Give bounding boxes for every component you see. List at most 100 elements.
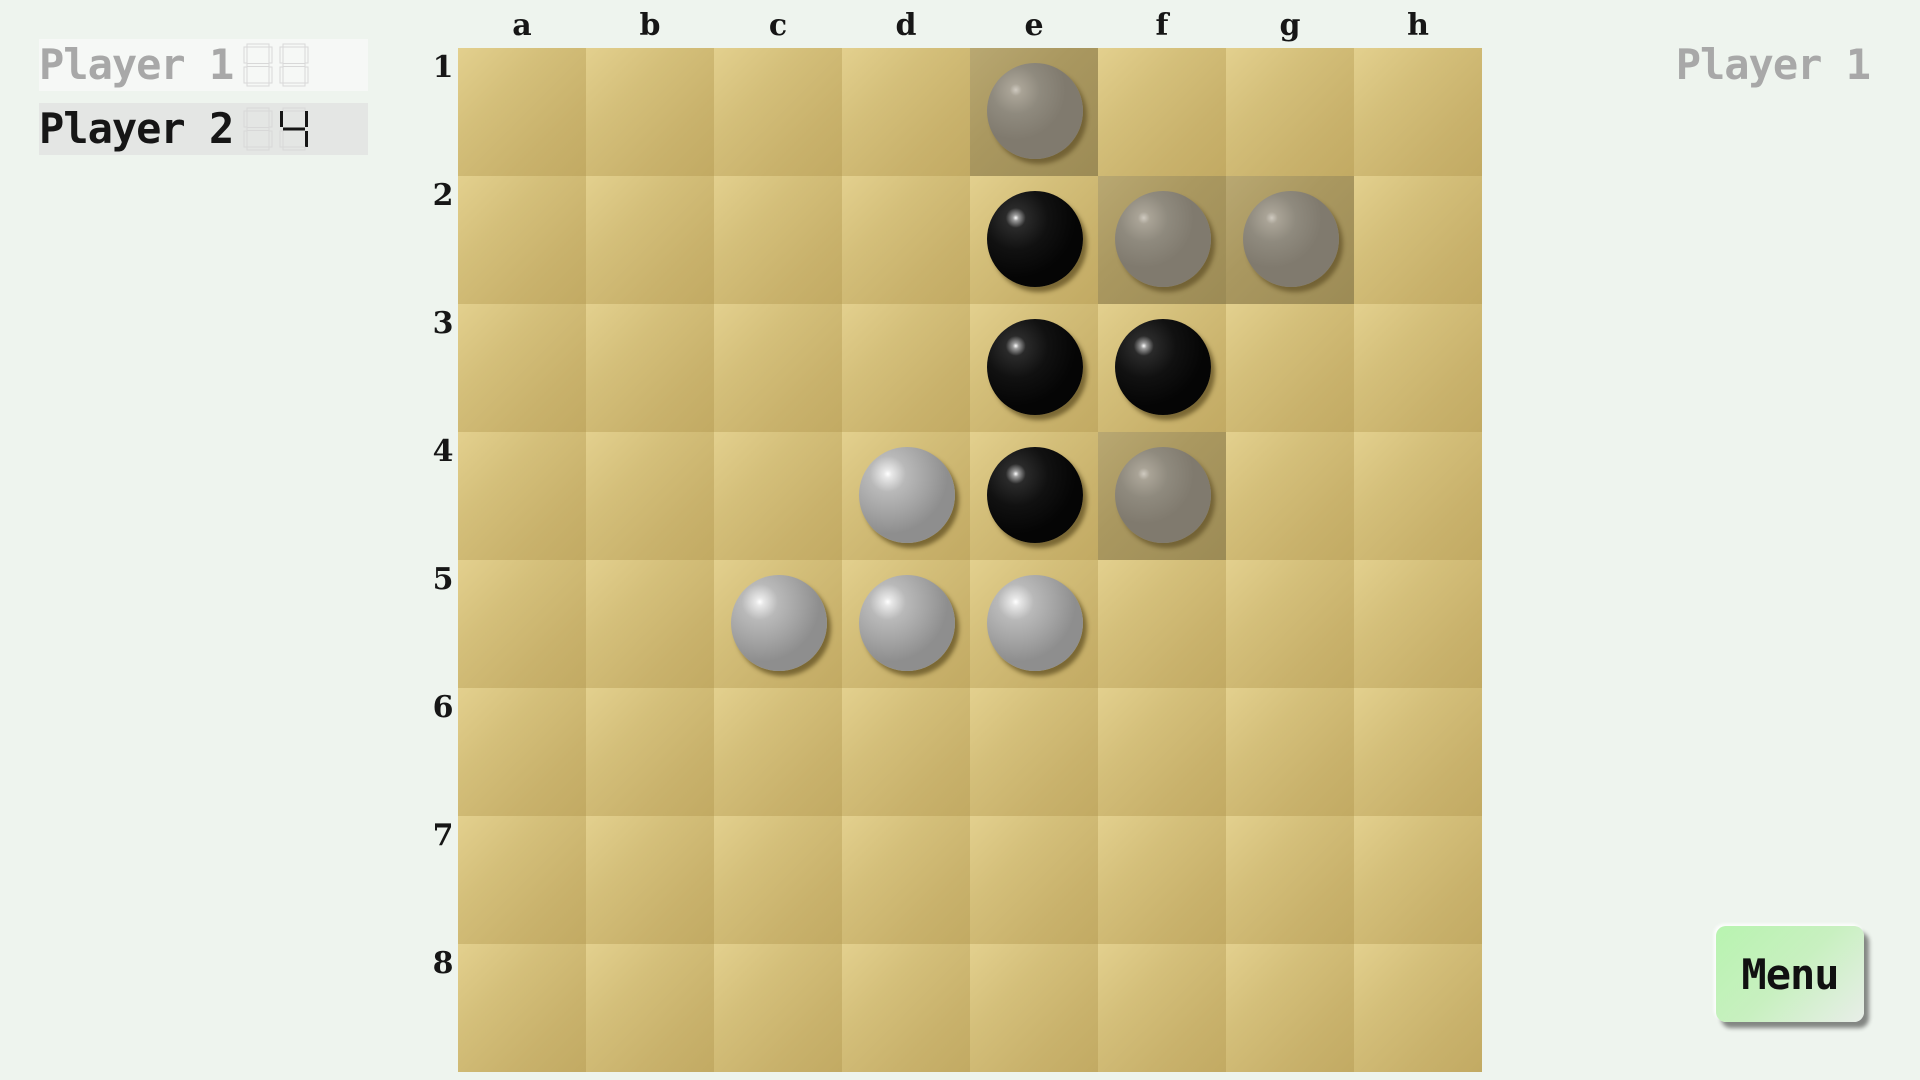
board-cell-b7[interactable] [586,816,714,944]
column-label-c: c [768,8,788,43]
board-cell-a3[interactable] [458,304,586,432]
board-cell-h8[interactable] [1354,944,1482,1072]
player-1-score [243,43,315,87]
board-cell-b3[interactable] [586,304,714,432]
board-cell-c5[interactable] [714,560,842,688]
board-cell-f1[interactable] [1098,48,1226,176]
board-cell-g4[interactable] [1226,432,1354,560]
board-cell-e6[interactable] [970,688,1098,816]
board-cell-b1[interactable] [586,48,714,176]
black-stone [1115,319,1211,415]
othello-game: Player 1 Player 2 Player 1 a b c d e f g h 1 2 3 4… [0,0,1920,1080]
board-cell-c6[interactable] [714,688,842,816]
board-cell-h4[interactable] [1354,432,1482,560]
current-turn-label: Player 1 [1675,40,1871,89]
board-cell-h2[interactable] [1354,176,1482,304]
board-cell-e4[interactable] [970,432,1098,560]
board-cell-a2[interactable] [458,176,586,304]
move-hint-stone[interactable] [987,63,1083,159]
board-cell-f6[interactable] [1098,688,1226,816]
column-label-b: b [639,8,661,43]
board-cell-a6[interactable] [458,688,586,816]
move-hint-stone[interactable] [1115,447,1211,543]
board-cell-d6[interactable] [842,688,970,816]
board-cell-d8[interactable] [842,944,970,1072]
board-cell-b5[interactable] [586,560,714,688]
board-cell-g2[interactable] [1226,176,1354,304]
game-board[interactable] [458,48,1482,1072]
board-cell-c4[interactable] [714,432,842,560]
board-cell-f3[interactable] [1098,304,1226,432]
row-label-7: 7 [432,818,454,853]
score-digit [243,43,273,87]
board-cell-a8[interactable] [458,944,586,1072]
board-cell-d1[interactable] [842,48,970,176]
white-stone [987,575,1083,671]
player-1-name: Player 1 [39,40,234,89]
score-digit [243,107,273,151]
board-cell-g7[interactable] [1226,816,1354,944]
board-cell-e3[interactable] [970,304,1098,432]
score-digit [279,107,309,151]
board-cell-f7[interactable] [1098,816,1226,944]
board-cell-d7[interactable] [842,816,970,944]
board-cell-g1[interactable] [1226,48,1354,176]
menu-button[interactable]: Menu [1716,926,1864,1022]
white-stone [731,575,827,671]
board-cell-f8[interactable] [1098,944,1226,1072]
board-cell-d5[interactable] [842,560,970,688]
board-cell-c2[interactable] [714,176,842,304]
column-label-e: e [1024,8,1044,43]
board-cell-b4[interactable] [586,432,714,560]
white-stone [859,447,955,543]
board-cell-b6[interactable] [586,688,714,816]
board-cell-h7[interactable] [1354,816,1482,944]
board-cell-a7[interactable] [458,816,586,944]
score-digit [279,43,309,87]
scoreboard-player-2: Player 2 [39,103,368,155]
black-stone [987,447,1083,543]
column-label-f: f [1155,8,1169,43]
board-cell-a5[interactable] [458,560,586,688]
board-cell-g8[interactable] [1226,944,1354,1072]
board-cell-e8[interactable] [970,944,1098,1072]
board-cell-a1[interactable] [458,48,586,176]
column-label-h: h [1407,8,1429,43]
board-cell-a4[interactable] [458,432,586,560]
board-cell-g6[interactable] [1226,688,1354,816]
board-cell-d4[interactable] [842,432,970,560]
black-stone [987,319,1083,415]
board-cell-d2[interactable] [842,176,970,304]
board-cell-b8[interactable] [586,944,714,1072]
board-cell-f2[interactable] [1098,176,1226,304]
white-stone [859,575,955,671]
board-cell-c8[interactable] [714,944,842,1072]
move-hint-stone[interactable] [1115,191,1211,287]
board-cell-c3[interactable] [714,304,842,432]
row-label-2: 2 [432,178,454,213]
board-cell-f4[interactable] [1098,432,1226,560]
board-cell-e5[interactable] [970,560,1098,688]
black-stone [987,191,1083,287]
board-cell-g3[interactable] [1226,304,1354,432]
row-label-6: 6 [432,690,454,725]
board-cell-e7[interactable] [970,816,1098,944]
board-cell-c7[interactable] [714,816,842,944]
board-cell-c1[interactable] [714,48,842,176]
board-cell-g5[interactable] [1226,560,1354,688]
board-cell-d3[interactable] [842,304,970,432]
row-label-1: 1 [432,50,454,85]
row-label-3: 3 [432,306,454,341]
board-cell-h5[interactable] [1354,560,1482,688]
row-label-5: 5 [432,562,454,597]
move-hint-stone[interactable] [1243,191,1339,287]
board-cell-h3[interactable] [1354,304,1482,432]
board-cell-f5[interactable] [1098,560,1226,688]
board-cell-h1[interactable] [1354,48,1482,176]
board-cell-e2[interactable] [970,176,1098,304]
column-labels: a b c d e f g h [458,6,1482,46]
board-cell-e1[interactable] [970,48,1098,176]
column-label-a: a [512,8,532,43]
board-cell-h6[interactable] [1354,688,1482,816]
board-cell-b2[interactable] [586,176,714,304]
